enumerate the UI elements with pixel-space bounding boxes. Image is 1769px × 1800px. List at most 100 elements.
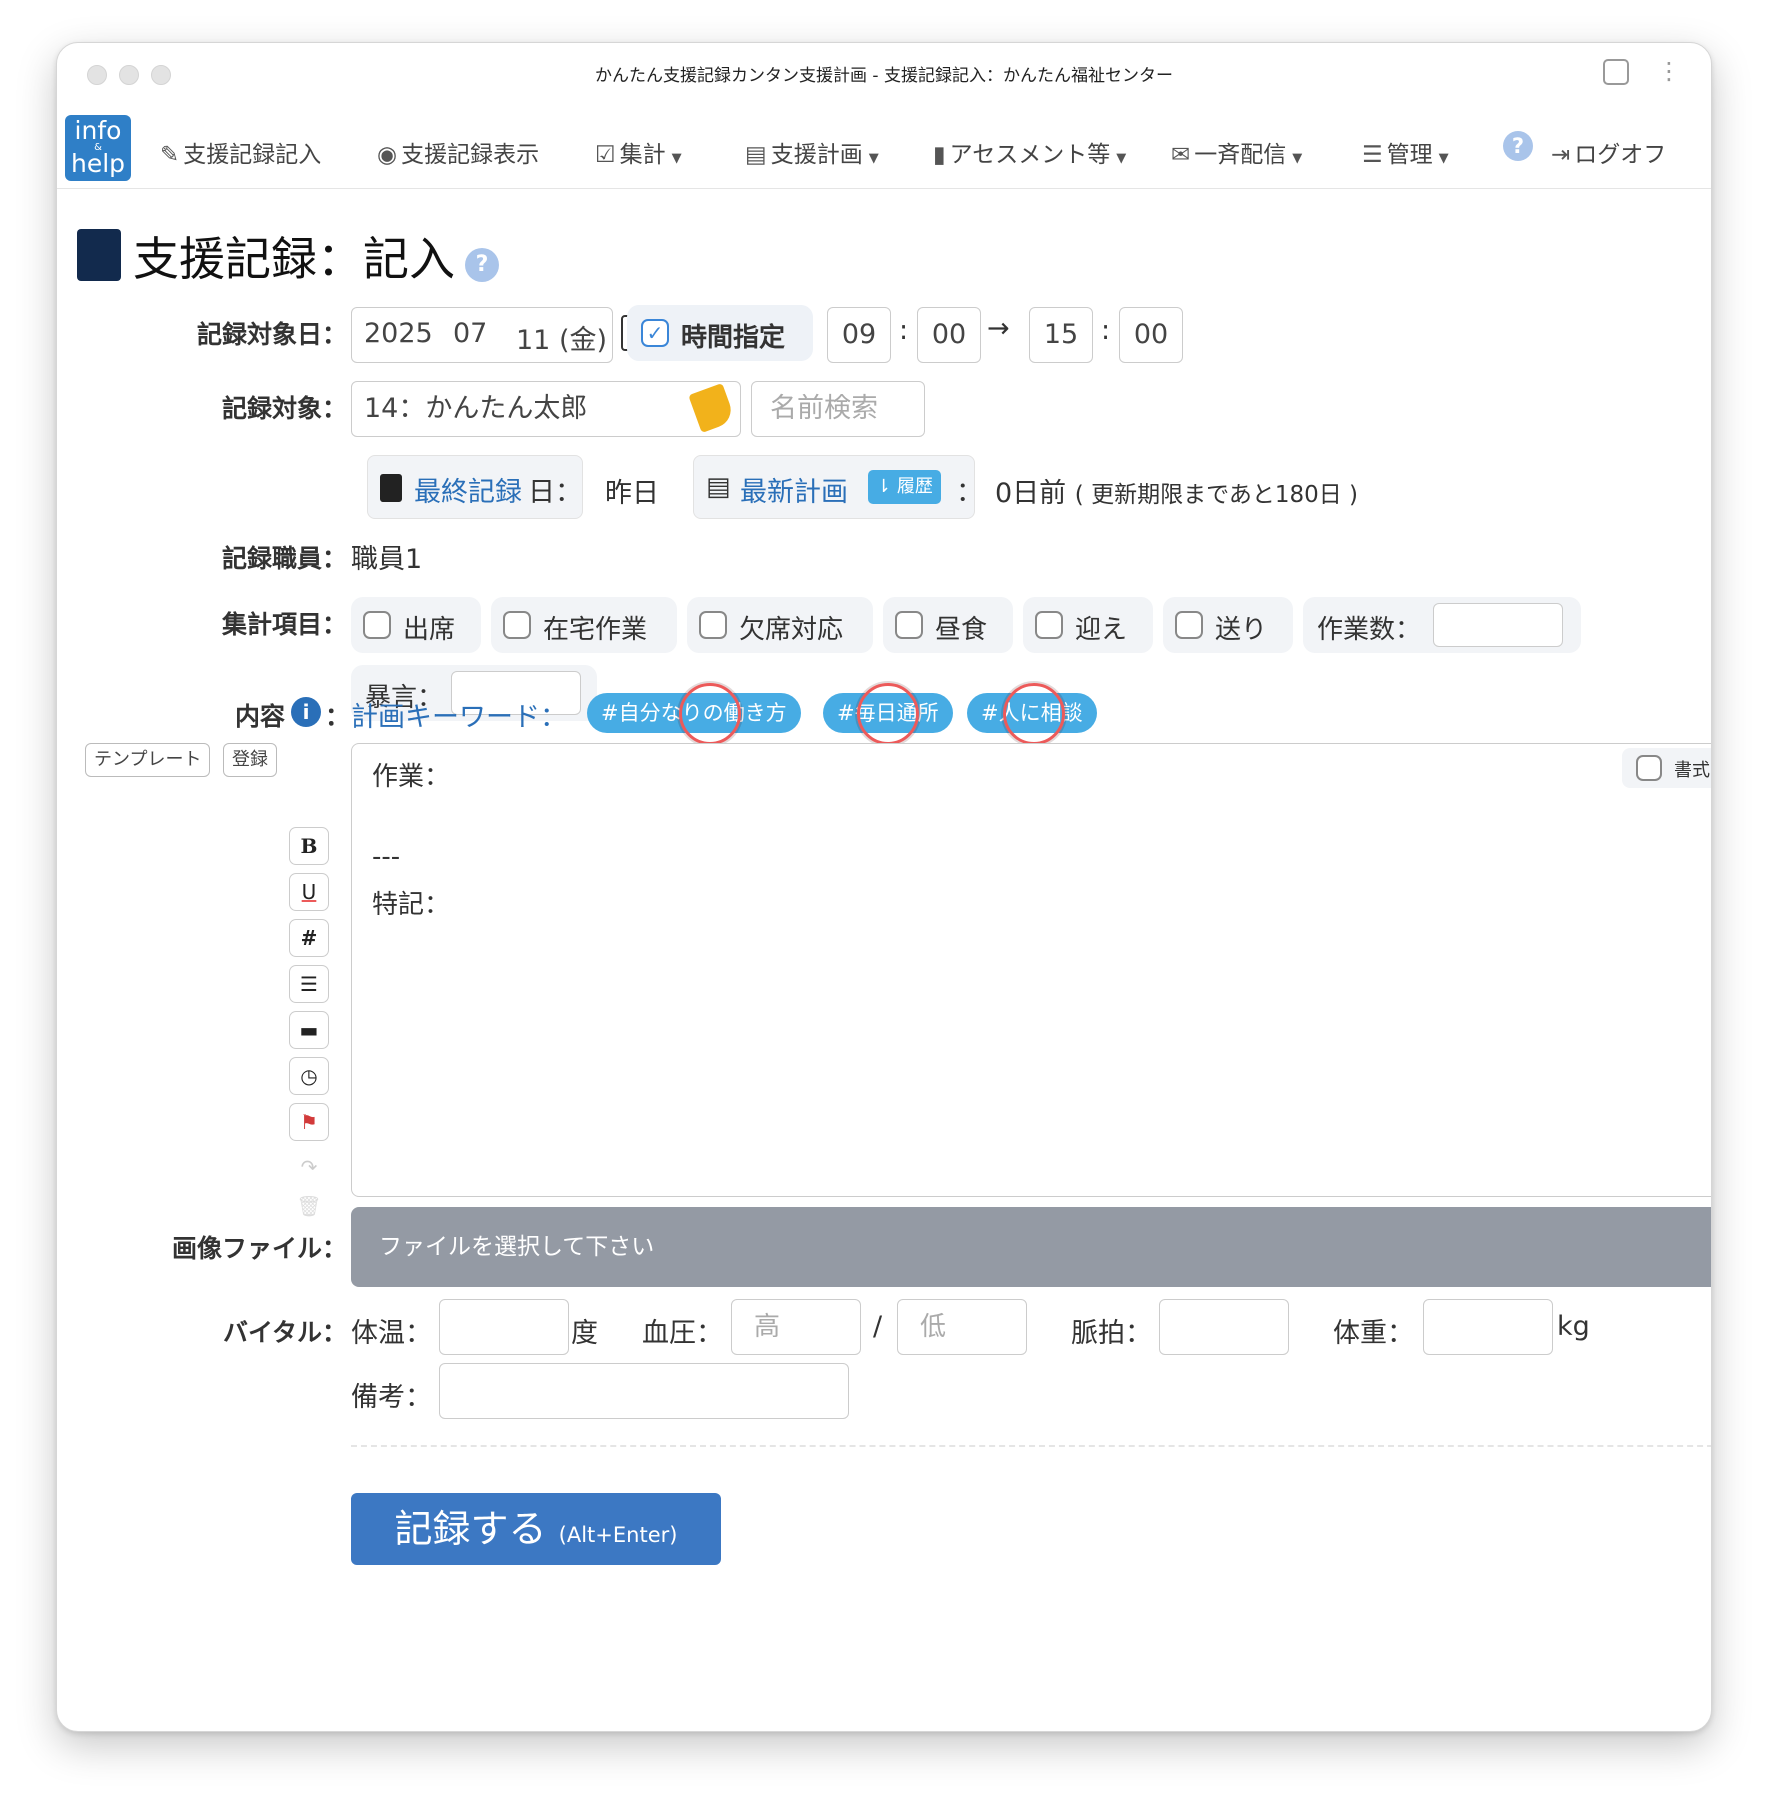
hashtag-button[interactable]: # [289, 919, 329, 957]
underline-button[interactable]: U [289, 873, 329, 911]
nav-record-entry-label: 支援記録記入 [183, 142, 322, 168]
submit-record-button[interactable]: 記録する (Alt+Enter) [351, 1493, 721, 1565]
file-select-button[interactable]: ファイルを選択して下さい [351, 1207, 1711, 1287]
checkbox[interactable] [503, 611, 531, 639]
time-colon: : [1101, 315, 1111, 346]
page-title: 支援記録：記入? [77, 223, 499, 289]
list-alt-icon: ▤ [706, 472, 731, 502]
weight-input[interactable] [1423, 1299, 1553, 1355]
nav-assessment[interactable]: ▮ アセスメント等 ▼ [933, 135, 1126, 169]
checkbox[interactable] [895, 611, 923, 639]
name-search-input[interactable]: 名前検索 [751, 381, 925, 437]
divider-button[interactable]: ▬ [289, 1011, 329, 1049]
browser-window: かんたん支援記録カンタン支援計画 - 支援記録記入：かんたん福祉センター ⋮ i… [56, 42, 1712, 1732]
staff-value: 職員1 [351, 544, 423, 575]
latest-plan-sep: ： [956, 477, 983, 508]
work-count-input[interactable] [1433, 603, 1563, 647]
note-label: 備考： [351, 1382, 432, 1413]
checkbox[interactable] [699, 611, 727, 639]
checkmark-icon[interactable]: ✓ [641, 319, 669, 347]
content-label: 内容 [234, 702, 285, 731]
staff-label: 記録職員： [221, 544, 347, 573]
nav-broadcast[interactable]: ✉ 一斉配信 ▼ [1171, 135, 1302, 169]
history-badge-label: 履歴 [896, 476, 933, 497]
tally-checkbox-pickup[interactable]: 迎え [1023, 597, 1153, 653]
time-insert-button[interactable]: ◷ [289, 1057, 329, 1095]
tally-checkbox-home-work[interactable]: 在宅作業 [491, 597, 677, 653]
format-toggle[interactable]: 書式 [1622, 748, 1711, 788]
extension-icon[interactable] [1603, 59, 1629, 85]
nav-support-plan-label: 支援計画 [770, 142, 863, 168]
caret-down-icon: ▼ [1292, 151, 1303, 166]
latest-plan-days: 0日前 [995, 478, 1067, 509]
help-icon[interactable]: ? [1503, 131, 1533, 161]
content-textarea[interactable]: 作業： --- 特記： 書式 ◢ [351, 743, 1711, 1197]
month-select[interactable]: 07 [453, 318, 487, 349]
template-button[interactable]: テンプレート [85, 743, 211, 777]
nav-tally[interactable]: ☑ 集計 ▼ [595, 135, 682, 169]
last-record-suffix: 日： [528, 477, 582, 508]
plan-keywords-label: 計画キーワード： [351, 702, 567, 733]
list-button[interactable]: ☰ [289, 965, 329, 1003]
caret-down-icon: ▼ [868, 151, 879, 166]
pulse-input[interactable] [1159, 1299, 1289, 1355]
image-file-label: 画像ファイル： [171, 1234, 347, 1263]
history-badge[interactable]: ⇂ 履歴 [868, 470, 941, 504]
weight-unit: kg [1557, 1311, 1590, 1342]
highlight-ring [1003, 683, 1065, 745]
share-icon: ↷ [300, 1155, 318, 1179]
checkbox[interactable] [1636, 755, 1662, 781]
delete-button[interactable]: 🗑 [289, 1191, 329, 1221]
year-select[interactable]: 2025 [364, 318, 433, 349]
bp-low-input[interactable]: 低 [897, 1299, 1027, 1355]
tally-checkbox-dropoff[interactable]: 送り [1163, 597, 1293, 653]
end-hour-select[interactable]: 15 [1029, 307, 1093, 363]
minus-icon: ▬ [299, 1018, 319, 1042]
envelope-icon: ✉ [1171, 142, 1191, 168]
temperature-unit: 度 [571, 1318, 598, 1349]
redo-button[interactable]: ↷ [289, 1149, 329, 1187]
title-bar: かんたん支援記録カンタン支援計画 - 支援記録記入：かんたん福祉センター ⋮ [57, 43, 1711, 103]
checkbox[interactable] [1175, 611, 1203, 639]
last-record-link[interactable]: 最終記録 [414, 470, 522, 509]
tally-checkbox-label: 欠席対応 [739, 615, 844, 645]
time-colon: : [899, 315, 909, 346]
nav-record-entry[interactable]: ✎ 支援記録記入 [160, 135, 321, 169]
flag-button[interactable]: ⚑ [289, 1103, 329, 1141]
checkbox[interactable] [1035, 611, 1063, 639]
tally-checkbox-absence[interactable]: 欠席対応 [687, 597, 873, 653]
tally-checkbox-label: 在宅作業 [543, 615, 648, 645]
nav-support-plan[interactable]: ▤ 支援計画 ▼ [745, 135, 879, 169]
record-target-select[interactable]: 14：かんたん太郎 [351, 381, 741, 437]
start-minute-select[interactable]: 00 [917, 307, 981, 363]
editor-line: 作業： [372, 762, 451, 792]
time-specify-toggle[interactable]: ✓ 時間指定 [627, 305, 813, 361]
latest-plan-box: ▤ 最新計画 ⇂ 履歴 ： [693, 455, 983, 519]
latest-plan-note: ( 更新期限まであと180日 ) [1074, 482, 1359, 508]
tally-checkbox-lunch[interactable]: 昼食 [883, 597, 1013, 653]
tally-checkbox-label: 送り [1215, 615, 1268, 645]
day-select[interactable]: 11 (金) [516, 318, 607, 357]
note-input[interactable] [439, 1363, 849, 1419]
end-minute-select[interactable]: 00 [1119, 307, 1183, 363]
app-logo[interactable]: info & help [65, 115, 131, 181]
nav-assessment-label: アセスメント等 [949, 142, 1111, 168]
info-icon[interactable]: i [291, 697, 321, 727]
megaphone-icon[interactable] [688, 383, 736, 433]
bold-button[interactable]: B [289, 827, 329, 865]
latest-plan-link[interactable]: 最新計画 [740, 470, 848, 509]
register-template-button[interactable]: 登録 [223, 743, 277, 777]
caret-down-icon: ▼ [1116, 151, 1127, 166]
nav-record-view[interactable]: ◉ 支援記録表示 [377, 135, 539, 169]
nav-admin[interactable]: ☰ 管理 ▼ [1362, 135, 1449, 169]
checkbox[interactable] [363, 611, 391, 639]
nav-broadcast-label: 一斉配信 [1194, 142, 1287, 168]
bp-high-input[interactable]: 高 [731, 1299, 861, 1355]
start-hour-select[interactable]: 09 [827, 307, 891, 363]
nav-logoff[interactable]: ⇥ ログオフ [1551, 135, 1666, 169]
temperature-label: 体温： [351, 1318, 432, 1349]
temperature-input[interactable] [439, 1299, 569, 1355]
tally-checkbox-attendance[interactable]: 出席 [351, 597, 481, 653]
more-menu-icon[interactable]: ⋮ [1657, 57, 1681, 85]
question-circle-icon[interactable]: ? [465, 248, 499, 282]
